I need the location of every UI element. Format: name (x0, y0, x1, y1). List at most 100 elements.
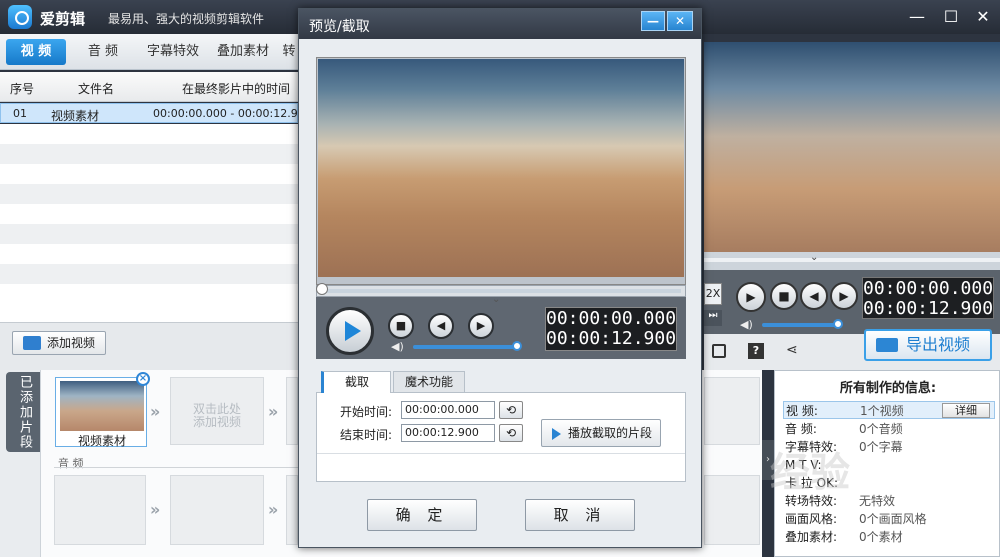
volume-slider[interactable] (413, 345, 517, 349)
stop-icon[interactable]: ■ (770, 282, 798, 310)
list-item (0, 164, 298, 184)
tab-video[interactable]: 视 频 (6, 39, 66, 65)
dialog-progress-knob[interactable] (316, 283, 328, 295)
remove-clip-icon[interactable]: × (136, 372, 150, 386)
column-time: 在最终影片中的时间 (182, 82, 291, 96)
info-row: 音 频: 0个音频 (783, 420, 995, 438)
info-row: 画面风格: 0个画面风格 (783, 510, 995, 528)
film-add-icon (23, 336, 41, 350)
audio-slot[interactable] (54, 475, 146, 545)
ok-button[interactable]: 确 定 (367, 499, 477, 531)
maximize-icon[interactable]: ☐ (940, 6, 962, 28)
info-key: 视 频: (786, 404, 818, 418)
chevron-right-icon: » (150, 402, 161, 421)
tab-audio[interactable]: 音 频 (78, 39, 128, 65)
list-item (0, 284, 298, 322)
list-item (0, 184, 298, 204)
dialog-video (318, 59, 684, 277)
info-value: 1个视频 (860, 404, 904, 418)
prev-icon[interactable]: ◀ (800, 282, 828, 310)
volume-knob[interactable] (512, 341, 522, 351)
minimize-icon[interactable]: — (906, 6, 928, 28)
volume-knob[interactable] (833, 319, 843, 329)
next-icon[interactable]: ▶ (830, 282, 858, 310)
speed-button[interactable]: 2X (704, 283, 722, 305)
audio-divider (54, 467, 304, 468)
info-key: 画面风格: (785, 512, 838, 526)
start-time-label: 开始时间: (340, 405, 393, 419)
play-button[interactable] (326, 307, 374, 355)
dialog-title-bar: 预览/截取 — ✕ (299, 9, 701, 39)
set-end-clock-icon[interactable]: ⟲ (499, 424, 523, 442)
current-time: 00:00:00.000 (546, 308, 677, 329)
chevron-right-icon: » (268, 402, 279, 421)
tab-trim[interactable]: 截取 (321, 371, 391, 393)
main-current-time: 00:00:00.000 (863, 278, 994, 299)
set-start-clock-icon[interactable]: ⟲ (499, 401, 523, 419)
dialog-minimize-icon[interactable]: — (641, 11, 665, 31)
play-icon (345, 321, 361, 341)
tab-overlay[interactable]: 叠加素材 (212, 39, 274, 65)
volume-icon[interactable]: ◀) (740, 318, 753, 331)
share-icon[interactable]: ⋖ (786, 342, 798, 358)
detail-button[interactable]: 详细 (942, 403, 990, 418)
dialog-close-icon[interactable]: ✕ (667, 11, 693, 31)
column-index: 序号 (10, 82, 35, 96)
next-frame-icon[interactable]: ▶ (468, 313, 494, 339)
play-clip-button[interactable]: 播放截取的片段 (541, 419, 661, 447)
list-header: 序号 文件名 在最终影片中的时间 (0, 72, 298, 102)
empty-clip-slot[interactable] (286, 377, 298, 445)
list-item (0, 124, 298, 144)
export-video-button[interactable]: 导出视频 (864, 329, 992, 361)
play-clip-label: 播放截取的片段 (568, 426, 653, 440)
info-value: 0个字幕 (859, 440, 903, 454)
table-row[interactable]: 01 视频素材 00:00:00.000 - 00:00:12.9 (0, 103, 298, 123)
play-icon (552, 428, 561, 440)
dialog-title: 预览/截取 (309, 19, 370, 35)
dialog-tabs-area: 开始时间: 00:00:00.000 ⟲ 结束时间: 00:00:12.900 … (316, 371, 686, 489)
chevron-down-icon[interactable]: ⌄ (492, 294, 500, 305)
clip-thumbnail (60, 381, 144, 431)
close-icon[interactable]: ✕ (972, 6, 994, 28)
added-clips-tab[interactable]: 已添加片段 (6, 372, 40, 452)
tab-subtitle-effects[interactable]: 字幕特效 (140, 39, 206, 65)
stop-icon[interactable]: ■ (388, 313, 414, 339)
save-icon[interactable] (712, 344, 726, 358)
chevron-down-icon[interactable]: ⌄ (810, 252, 818, 263)
panel-divider (317, 453, 685, 454)
info-key: 音 频: (785, 422, 817, 436)
tab-transition[interactable]: 转 (280, 39, 298, 65)
app-logo-icon (8, 5, 32, 29)
row-time: 00:00:00.000 - 00:00:12.9 (153, 107, 297, 120)
tab-magic[interactable]: 魔术功能 (393, 371, 465, 393)
dialog-progress-bar[interactable] (316, 285, 686, 297)
row-filename: 视频素材 (51, 109, 100, 123)
play-icon[interactable]: ▶ (736, 282, 766, 312)
info-value: 0个音频 (859, 422, 903, 436)
help-icon[interactable]: ? (748, 343, 764, 359)
info-value: 0个素材 (859, 530, 903, 544)
audio-slot[interactable] (704, 475, 760, 545)
chevron-right-icon: » (150, 500, 161, 519)
empty-clip-slot[interactable] (704, 377, 760, 445)
prev-frame-icon[interactable]: ◀ (428, 313, 454, 339)
info-row: 叠加素材: 0个素材 (783, 528, 995, 546)
audio-slot[interactable] (286, 475, 298, 545)
start-time-field[interactable]: 00:00:00.000 (401, 401, 495, 419)
audio-slot[interactable] (170, 475, 264, 545)
main-progress-bar[interactable]: ⌄ (704, 252, 1000, 270)
volume-slider[interactable] (762, 323, 838, 327)
timeline-clip[interactable]: 视频素材 (55, 377, 147, 448)
main-total-time: 00:00:12.900 (863, 298, 994, 319)
end-time-label: 结束时间: (340, 428, 393, 442)
next-frame-icon[interactable]: ⏭ (704, 310, 722, 326)
add-video-button[interactable]: 添加视频 (12, 331, 106, 355)
info-title: 所有制作的信息: (839, 381, 937, 396)
cancel-button[interactable]: 取 消 (525, 499, 635, 531)
add-video-hint: 双击此处 添加视频 (192, 402, 241, 429)
end-time-field[interactable]: 00:00:12.900 (401, 424, 495, 442)
main-time-display: 00:00:00.000 00:00:12.900 (862, 277, 994, 319)
volume-icon[interactable]: ◀) (391, 340, 404, 353)
main-preview-video (704, 42, 1000, 252)
list-item (0, 264, 298, 284)
